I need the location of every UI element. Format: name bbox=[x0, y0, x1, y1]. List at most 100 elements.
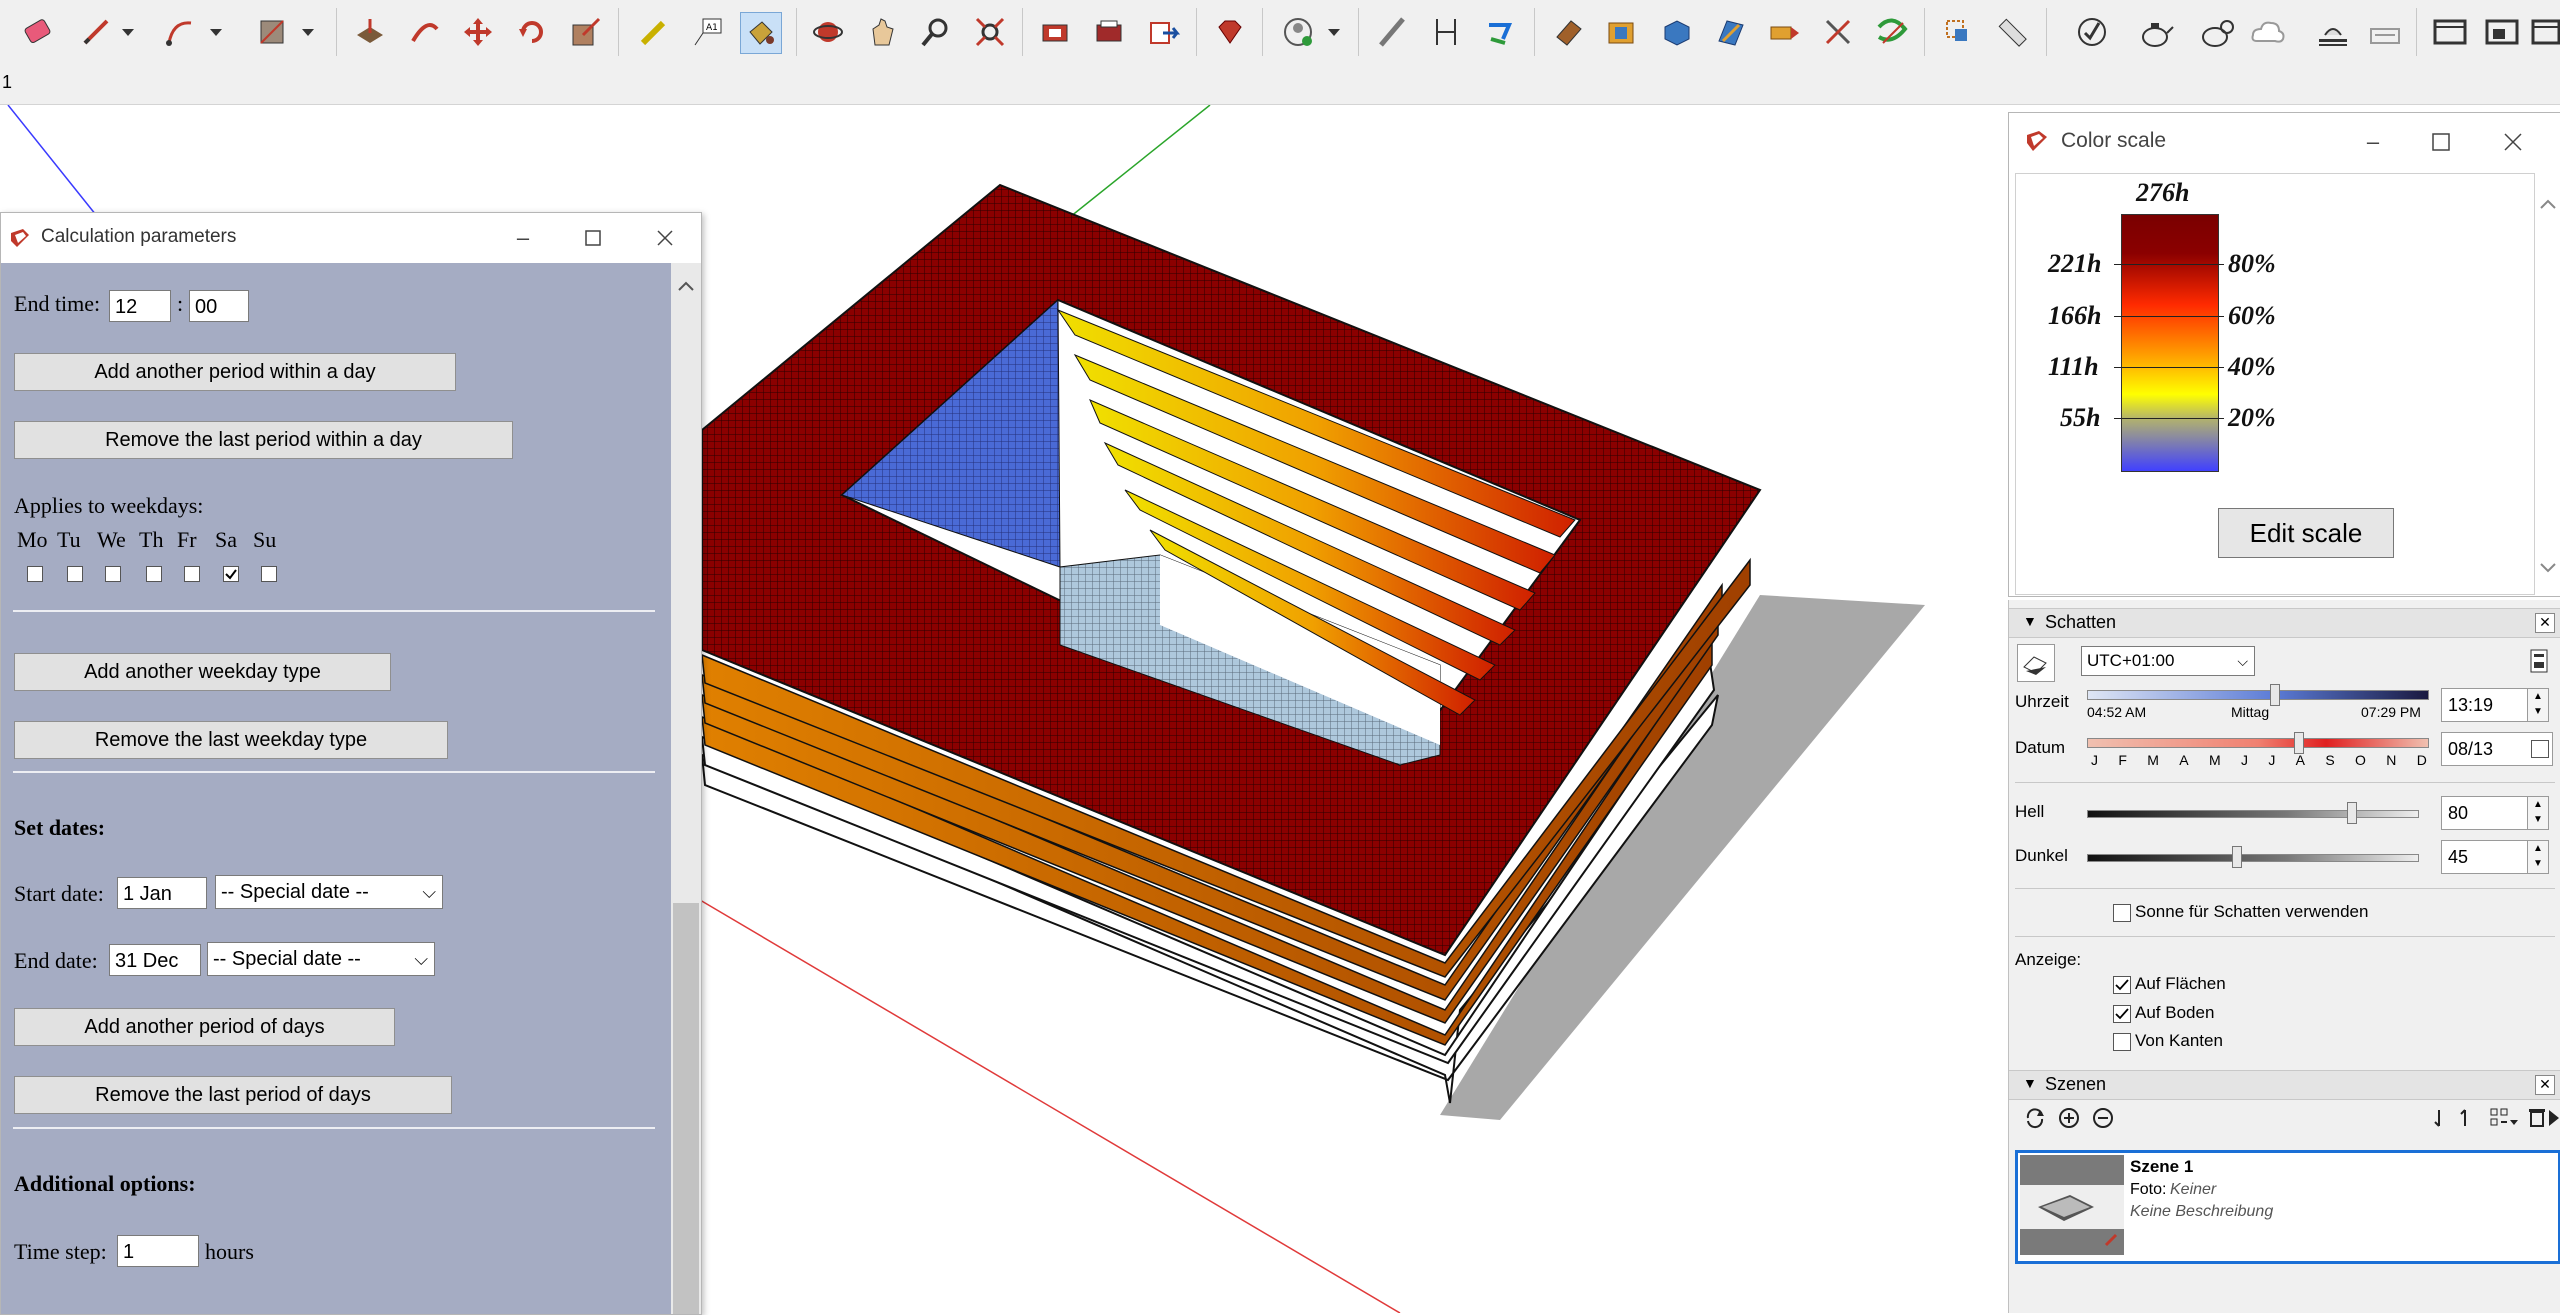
end-time-hour-input[interactable]: 12 bbox=[109, 290, 171, 322]
chevron-up-icon[interactable] bbox=[677, 279, 695, 297]
chevron-up-icon[interactable] bbox=[2539, 197, 2557, 215]
weekday-checkbox[interactable] bbox=[261, 566, 277, 582]
move-scene-down-icon[interactable] bbox=[2429, 1106, 2449, 1135]
follow-me-icon[interactable] bbox=[404, 12, 444, 52]
cloud-icon[interactable] bbox=[2248, 12, 2288, 52]
extrude-icon[interactable] bbox=[1710, 12, 1750, 52]
ruby-icon[interactable] bbox=[1210, 12, 1250, 52]
close-icon[interactable]: ✕ bbox=[2535, 1075, 2555, 1095]
remove-period-button[interactable]: Remove the last period within a day bbox=[14, 421, 513, 459]
teapot2-icon[interactable] bbox=[2196, 12, 2236, 52]
weekday-checkbox[interactable] bbox=[27, 566, 43, 582]
weekday-checkbox[interactable] bbox=[146, 566, 162, 582]
eraser-icon[interactable] bbox=[18, 12, 58, 52]
close-button[interactable] bbox=[645, 221, 685, 255]
extension-warehouse-icon[interactable] bbox=[1090, 12, 1130, 52]
weekday-checkbox-checked[interactable] bbox=[223, 566, 239, 582]
light-slider-thumb[interactable] bbox=[2347, 802, 2357, 824]
add-period-button[interactable]: Add another period within a day bbox=[14, 353, 456, 391]
arc-icon[interactable] bbox=[160, 12, 200, 52]
close-icon[interactable]: ✕ bbox=[2535, 613, 2555, 633]
maximize-button[interactable] bbox=[573, 221, 613, 255]
section-icon[interactable] bbox=[1480, 12, 1520, 52]
time-slider[interactable] bbox=[2087, 690, 2429, 700]
from-edges-checkbox[interactable] bbox=[2113, 1033, 2131, 1051]
box-icon[interactable] bbox=[1602, 12, 1642, 52]
date-slider-thumb[interactable] bbox=[2293, 732, 2304, 754]
scrollbar-thumb[interactable] bbox=[673, 903, 699, 1314]
color-scale-scrollbar[interactable] bbox=[2535, 173, 2559, 593]
push-pull-icon[interactable] bbox=[350, 12, 390, 52]
time-input[interactable]: 13:19 bbox=[2441, 688, 2535, 722]
pencil-icon[interactable] bbox=[76, 12, 116, 52]
start-date-input[interactable]: 1 Jan bbox=[117, 877, 207, 909]
text-icon[interactable]: A1 bbox=[688, 12, 728, 52]
maximize-button[interactable] bbox=[2421, 125, 2461, 159]
end-special-date-select[interactable]: -- Special date -- ⌵ bbox=[207, 942, 435, 976]
on-faces-checkbox[interactable] bbox=[2113, 976, 2131, 994]
time-slider-thumb[interactable] bbox=[2270, 684, 2280, 706]
dark-slider[interactable] bbox=[2087, 854, 2419, 862]
tape-icon[interactable] bbox=[1764, 12, 1804, 52]
scene-item-1[interactable]: Szene 1 Foto: Keiner Keine Beschreibung bbox=[2015, 1150, 2560, 1264]
move-scene-up-icon[interactable] bbox=[2455, 1106, 2475, 1135]
weekday-checkbox[interactable] bbox=[67, 566, 83, 582]
pan-icon[interactable] bbox=[862, 12, 902, 52]
dialog-scrollbar[interactable] bbox=[671, 263, 701, 1314]
time-stepper[interactable]: ▲ ▼ bbox=[2527, 688, 2549, 722]
delete-scene-icon[interactable] bbox=[2527, 1106, 2547, 1135]
close-button[interactable] bbox=[2493, 125, 2533, 159]
weekday-checkbox[interactable] bbox=[105, 566, 121, 582]
date-slider[interactable] bbox=[2087, 738, 2429, 748]
ruler-icon[interactable] bbox=[1992, 12, 2032, 52]
scene-details-icon[interactable] bbox=[2547, 1106, 2560, 1135]
curve-icon[interactable] bbox=[1872, 12, 1912, 52]
color-scale-titlebar[interactable]: Color scale – bbox=[2009, 113, 2560, 171]
light-input[interactable]: 80 bbox=[2441, 796, 2535, 830]
solid-tools-icon[interactable] bbox=[1548, 12, 1588, 52]
remove-period-of-days-button[interactable]: Remove the last period of days bbox=[14, 1076, 452, 1114]
sun-icon[interactable] bbox=[2312, 12, 2352, 52]
chevron-down-icon[interactable] bbox=[2539, 561, 2557, 579]
add-scene-icon[interactable] bbox=[2057, 1106, 2081, 1135]
window-icon[interactable] bbox=[2430, 12, 2470, 52]
timezone-select[interactable]: UTC+01:00 ⌵ bbox=[2081, 646, 2255, 676]
teapot-icon[interactable] bbox=[2136, 12, 2176, 52]
remove-scene-icon[interactable] bbox=[2091, 1106, 2115, 1135]
remove-weekday-type-button[interactable]: Remove the last weekday type bbox=[14, 721, 448, 759]
dark-slider-thumb[interactable] bbox=[2231, 846, 2242, 868]
minimize-button[interactable]: – bbox=[503, 221, 543, 255]
tape-measure-icon[interactable] bbox=[634, 12, 674, 52]
dark-input[interactable]: 45 bbox=[2441, 840, 2535, 874]
weekday-checkbox[interactable] bbox=[184, 566, 200, 582]
calendar-icon[interactable] bbox=[2531, 740, 2549, 758]
check-icon[interactable] bbox=[2072, 12, 2112, 52]
dialog-titlebar[interactable]: Calculation parameters – bbox=[1, 213, 701, 263]
time-step-input[interactable]: 1 bbox=[117, 1235, 199, 1267]
select-icon[interactable] bbox=[1938, 12, 1978, 52]
on-ground-checkbox[interactable] bbox=[2113, 1005, 2131, 1023]
window3-icon[interactable] bbox=[2526, 12, 2560, 52]
orbit-icon[interactable] bbox=[808, 12, 848, 52]
zoom-icon[interactable] bbox=[916, 12, 956, 52]
chevron-down-icon[interactable] bbox=[1322, 12, 1346, 52]
light-stepper[interactable]: ▲ ▼ bbox=[2527, 796, 2549, 830]
add-weekday-type-button[interactable]: Add another weekday type bbox=[14, 653, 391, 691]
sandbox-icon[interactable] bbox=[1372, 12, 1412, 52]
light-slider[interactable] bbox=[2087, 810, 2419, 818]
dark-stepper[interactable]: ▲ ▼ bbox=[2527, 840, 2549, 874]
scale-icon[interactable] bbox=[566, 12, 606, 52]
rectangle-icon[interactable] bbox=[252, 12, 292, 52]
account-icon[interactable] bbox=[1278, 12, 1318, 52]
add-period-of-days-button[interactable]: Add another period of days bbox=[14, 1008, 395, 1046]
zoom-extents-icon[interactable] bbox=[970, 12, 1010, 52]
cloud2-icon[interactable] bbox=[2364, 12, 2404, 52]
end-time-minute-input[interactable]: 00 bbox=[189, 290, 249, 322]
scene-tab-label[interactable]: 1 bbox=[2, 72, 12, 93]
cylinder-icon[interactable] bbox=[1656, 12, 1696, 52]
scenes-panel-header[interactable]: ▼ Szenen ✕ bbox=[2009, 1070, 2560, 1100]
chevron-down-icon[interactable] bbox=[204, 12, 228, 52]
rotate-icon[interactable] bbox=[512, 12, 552, 52]
chevron-down-icon[interactable] bbox=[116, 12, 140, 52]
minimize-button[interactable]: – bbox=[2353, 125, 2393, 159]
